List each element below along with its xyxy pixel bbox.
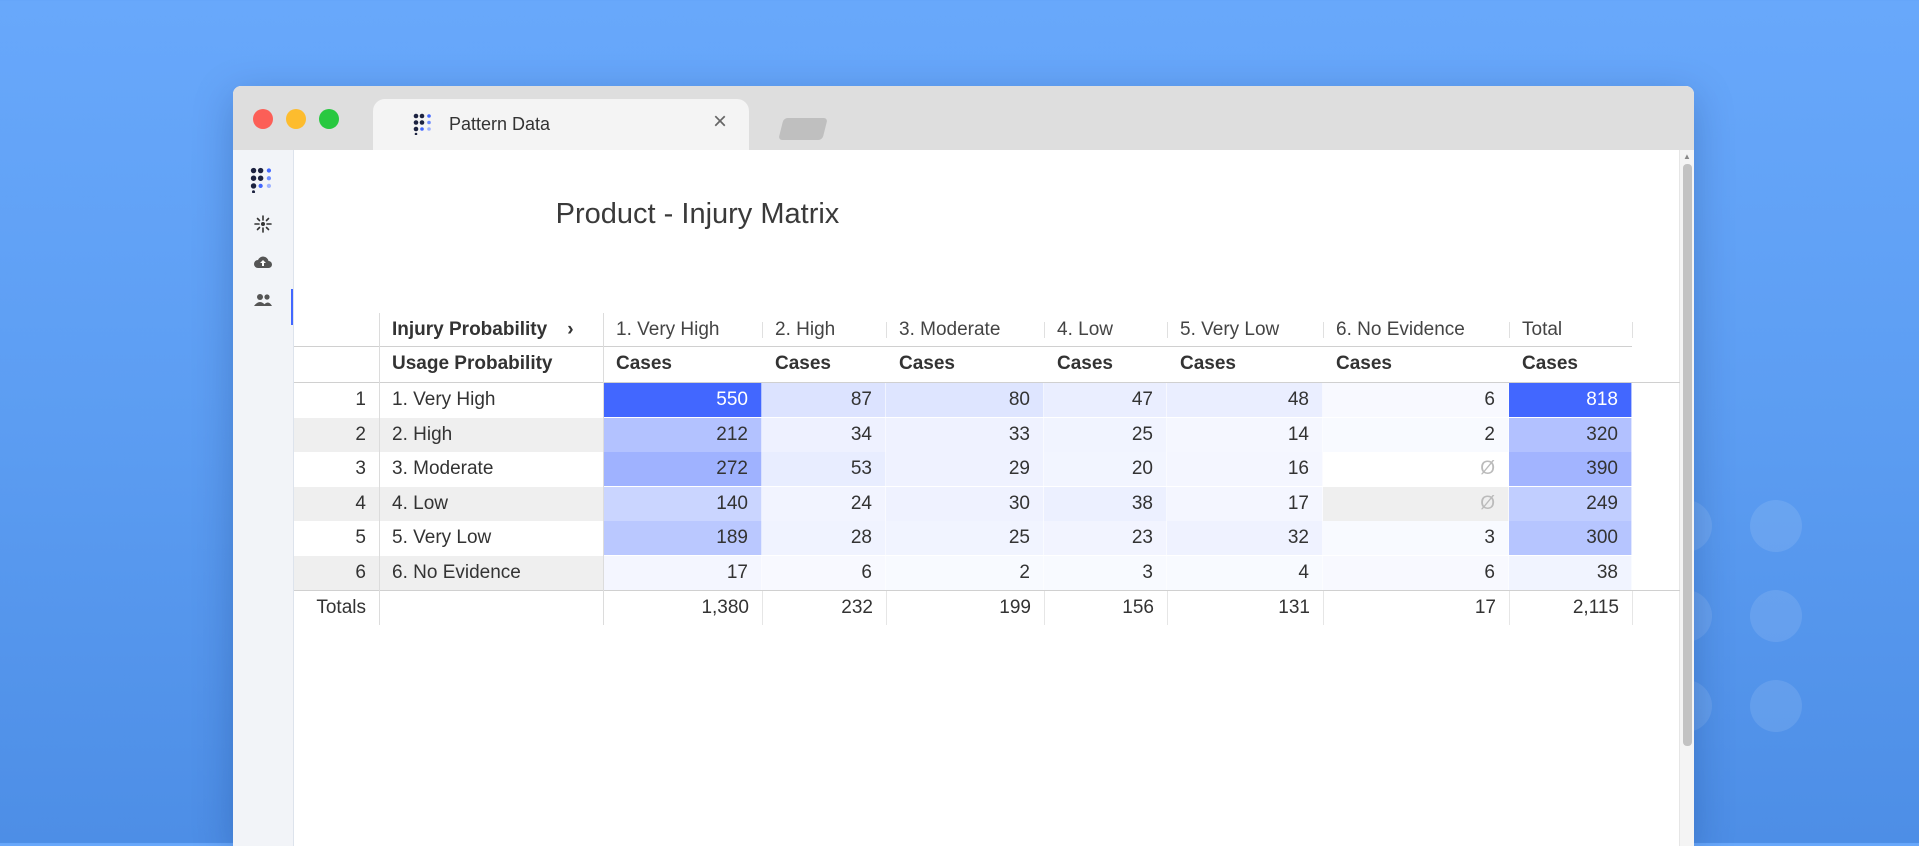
measure-header: Cases [775, 353, 831, 374]
data-cell[interactable]: 80 [886, 383, 1044, 417]
data-cell[interactable]: 272 [603, 452, 762, 486]
row-label[interactable]: 1. Very High [379, 383, 603, 417]
data-cell[interactable]: 29 [886, 452, 1044, 486]
column-header[interactable]: 1. Very High [603, 313, 762, 347]
data-cell[interactable]: 14 [1167, 418, 1323, 452]
data-cell[interactable]: 32 [1167, 521, 1323, 555]
data-cell[interactable]: 6 [1323, 556, 1509, 590]
measure-header: Cases [616, 353, 672, 374]
background-dots [1660, 500, 1919, 760]
row-index: 5 [355, 527, 366, 548]
row-label[interactable]: 5. Very Low [379, 521, 603, 555]
data-cell[interactable]: 3 [1323, 521, 1509, 555]
total-cell: 17 [1474, 597, 1496, 618]
data-cell[interactable]: 25 [886, 521, 1044, 555]
cloud-upload-icon[interactable] [250, 250, 276, 274]
chevron-right-icon[interactable]: › [567, 313, 573, 347]
app-logo[interactable] [250, 167, 276, 193]
data-cell[interactable]: 30 [886, 487, 1044, 521]
row-index: 1 [355, 389, 366, 410]
data-cell[interactable]: 47 [1044, 383, 1167, 417]
data-cell[interactable]: 24 [762, 487, 886, 521]
scroll-up-icon[interactable]: ▲ [1683, 152, 1691, 161]
vertical-scrollbar[interactable]: ▲ [1679, 150, 1694, 846]
browser-tab[interactable]: Pattern Data × [373, 99, 749, 150]
measure-header: Cases [1057, 353, 1113, 374]
row-header-usage: Usage Probability [392, 353, 553, 374]
data-cell[interactable]: 212 [603, 418, 762, 452]
data-cell[interactable]: 38 [1509, 556, 1632, 590]
column-header[interactable]: Total [1509, 313, 1632, 347]
data-cell[interactable]: 3 [1044, 556, 1167, 590]
data-cell[interactable]: 2 [886, 556, 1044, 590]
data-cell[interactable]: 17 [1167, 487, 1323, 521]
column-header[interactable]: 5. Very Low [1167, 313, 1323, 347]
close-window-button[interactable] [253, 109, 273, 129]
data-cell[interactable]: 390 [1509, 452, 1632, 486]
data-cell[interactable]: 23 [1044, 521, 1167, 555]
totals-label: Totals [316, 597, 366, 618]
minimize-window-button[interactable] [286, 109, 306, 129]
row-index: 4 [294, 487, 379, 521]
data-cell[interactable]: 28 [762, 521, 886, 555]
data-cell[interactable]: 4 [1167, 556, 1323, 590]
data-cell[interactable]: 6 [762, 556, 886, 590]
data-cell[interactable]: 140 [603, 487, 762, 521]
tab-close-icon[interactable]: × [713, 110, 727, 134]
row-label[interactable]: 3. Moderate [379, 452, 603, 486]
measure-header: Cases [1522, 353, 1578, 374]
row-index: 3 [355, 458, 366, 479]
data-cell[interactable]: 33 [886, 418, 1044, 452]
column-header[interactable]: 2. High [762, 313, 886, 347]
column-header[interactable]: 3. Moderate [886, 313, 1044, 347]
data-cell[interactable]: 2 [1323, 418, 1509, 452]
data-cell[interactable]: 38 [1044, 487, 1167, 521]
row-index: 6 [294, 556, 379, 590]
tab-title: Pattern Data [449, 114, 551, 134]
data-cell[interactable]: 53 [762, 452, 886, 486]
data-cell[interactable]: 6 [1323, 383, 1509, 417]
data-cell[interactable]: Ø [1323, 452, 1509, 486]
data-cell[interactable]: 550 [603, 383, 762, 417]
app-logo-icon [413, 113, 431, 135]
total-cell: 199 [999, 597, 1031, 618]
scrollbar-thumb[interactable] [1683, 164, 1692, 746]
active-indicator [291, 289, 293, 325]
row-index: 2 [294, 418, 379, 452]
sidebar [233, 150, 294, 846]
data-cell[interactable]: 320 [1509, 418, 1632, 452]
data-cell[interactable]: 48 [1167, 383, 1323, 417]
data-cell[interactable]: 87 [762, 383, 886, 417]
row-label[interactable]: 6. No Evidence [379, 556, 603, 590]
total-cell: 131 [1278, 597, 1310, 618]
data-cell[interactable]: 17 [603, 556, 762, 590]
data-cell[interactable]: Ø [1323, 487, 1509, 521]
column-header[interactable]: 4. Low [1044, 313, 1167, 347]
column-header[interactable]: 6. No Evidence [1323, 313, 1509, 347]
data-cell[interactable]: 20 [1044, 452, 1167, 486]
total-cell: 232 [841, 597, 873, 618]
data-cell[interactable]: 300 [1509, 521, 1632, 555]
measure-header: Cases [1336, 353, 1392, 374]
data-cell[interactable]: 189 [603, 521, 762, 555]
report-title: Product - Injury Matrix [555, 198, 840, 230]
people-icon[interactable] [250, 288, 276, 312]
total-cell: 2,115 [1572, 597, 1619, 618]
new-tab-button[interactable] [778, 118, 828, 140]
total-cell: 1,380 [701, 597, 749, 618]
data-cell[interactable]: 818 [1509, 383, 1632, 417]
data-cell[interactable]: 16 [1167, 452, 1323, 486]
data-cell[interactable]: 34 [762, 418, 886, 452]
row-label[interactable]: 2. High [379, 418, 603, 452]
measure-header: Cases [899, 353, 955, 374]
row-header-injury[interactable]: Injury Probability › [379, 313, 603, 347]
title-bar: Pattern Data × [233, 86, 1694, 150]
data-cell[interactable]: 25 [1044, 418, 1167, 452]
data-cell[interactable]: 249 [1509, 487, 1632, 521]
total-cell: 156 [1122, 597, 1154, 618]
row-label[interactable]: 4. Low [379, 487, 603, 521]
maximize-window-button[interactable] [319, 109, 339, 129]
measure-header: Cases [1180, 353, 1236, 374]
app-logo-icon [250, 167, 272, 193]
